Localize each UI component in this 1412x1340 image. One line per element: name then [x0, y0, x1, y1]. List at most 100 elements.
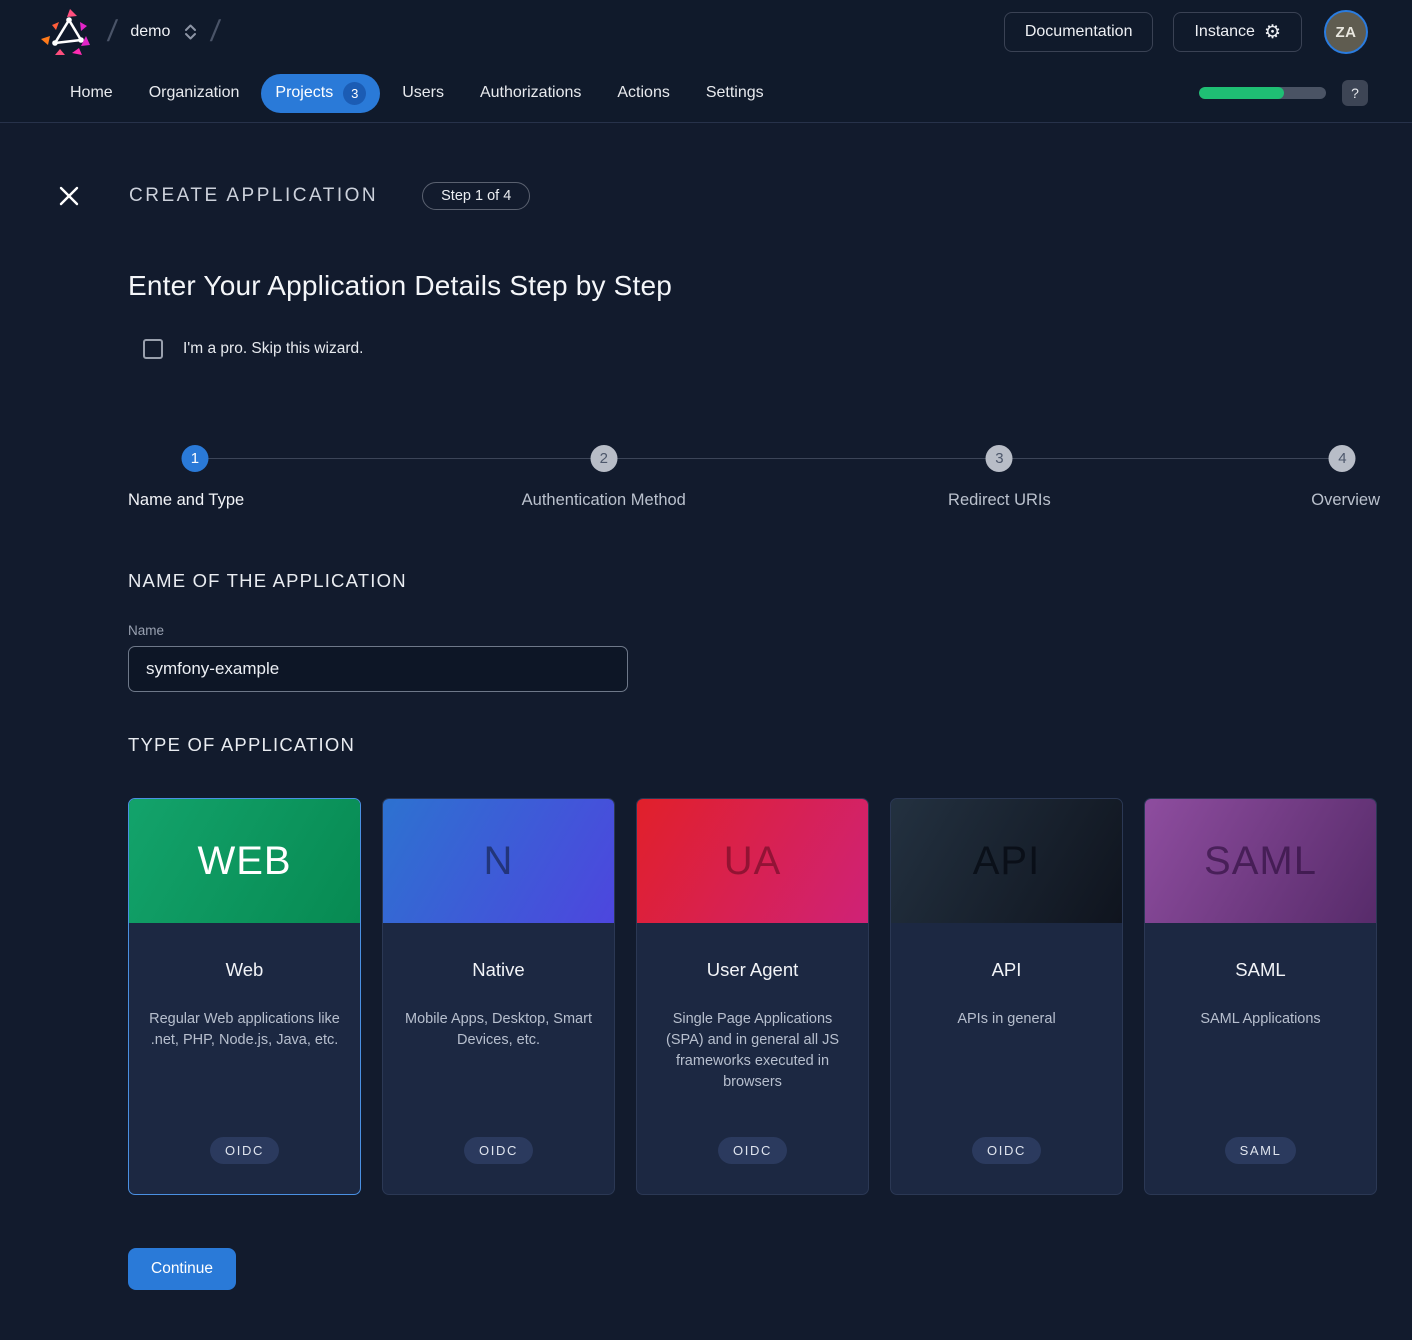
skip-wizard-label: I'm a pro. Skip this wizard.: [183, 340, 363, 358]
protocol-chip: OIDC: [464, 1137, 533, 1164]
breadcrumb-slash: /: [209, 15, 222, 49]
avatar-initials: ZA: [1336, 24, 1357, 41]
type-section: TYPE OF APPLICATION WEB Web Regular Web …: [128, 734, 1380, 1195]
nav-item[interactable]: Authorizations: [466, 76, 595, 110]
wizard-content: Enter Your Application Details Step by S…: [0, 270, 1412, 1290]
help-button[interactable]: ?: [1342, 80, 1368, 106]
app-type-card[interactable]: SAML SAML SAML Applications SAML: [1144, 798, 1377, 1195]
protocol-chip: OIDC: [972, 1137, 1041, 1164]
app-type-description: APIs in general: [957, 1009, 1055, 1030]
nav-item-label: Settings: [706, 84, 764, 102]
app-type-card[interactable]: WEB Web Regular Web applications like .n…: [128, 798, 361, 1195]
app-type-banner-text: API: [973, 839, 1040, 884]
app-type-description: Mobile Apps, Desktop, Smart Devices, etc…: [399, 1009, 598, 1051]
app-type-card-body: User Agent Single Page Applications (SPA…: [637, 923, 868, 1194]
nav-item-label: Organization: [149, 84, 240, 102]
help-label: ?: [1351, 85, 1359, 101]
breadcrumb-slash: /: [106, 15, 119, 49]
nav-item-badge: 3: [343, 82, 366, 105]
app-type-card[interactable]: API API APIs in general OIDC: [890, 798, 1123, 1195]
quota-progress-fill: [1199, 87, 1284, 99]
application-name-input[interactable]: [128, 646, 628, 692]
nav-item-label: Users: [402, 84, 444, 102]
header-top-row: / demo / Documentation Instance ⚙ ZA: [0, 0, 1412, 64]
app-type-card[interactable]: UA User Agent Single Page Applications (…: [636, 798, 869, 1195]
step-label: Redirect URIs: [948, 491, 1051, 510]
app-type-banner: SAML: [1145, 799, 1376, 923]
continue-button[interactable]: Continue: [128, 1248, 236, 1290]
app-type-title: Native: [472, 959, 524, 981]
skip-wizard-checkbox[interactable]: [143, 339, 163, 359]
app-type-card-body: Native Mobile Apps, Desktop, Smart Devic…: [383, 923, 614, 1194]
type-section-title: TYPE OF APPLICATION: [128, 734, 1380, 756]
step-number: 2: [590, 445, 617, 472]
continue-label: Continue: [151, 1260, 213, 1277]
header-nav-row: Home Organization Projects 3 Users Autho…: [0, 64, 1412, 122]
step-number: 1: [181, 445, 208, 472]
nav-item[interactable]: Actions: [603, 76, 683, 110]
nav-item[interactable]: Projects 3: [261, 74, 380, 113]
documentation-label: Documentation: [1025, 23, 1133, 41]
instance-label: Instance: [1194, 23, 1254, 41]
app-type-banner: N: [383, 799, 614, 923]
protocol-chip: OIDC: [210, 1137, 279, 1164]
app-type-card-body: SAML SAML Applications SAML: [1145, 923, 1376, 1194]
step-number: 4: [1329, 445, 1356, 472]
org-switcher[interactable]: demo: [130, 23, 197, 41]
app-type-banner: WEB: [129, 799, 360, 923]
nav-item-label: Home: [70, 84, 113, 102]
app-type-banner: API: [891, 799, 1122, 923]
app-type-title: User Agent: [707, 959, 799, 981]
skip-wizard-checkbox-row[interactable]: I'm a pro. Skip this wizard.: [143, 339, 1380, 359]
nav-item[interactable]: Organization: [135, 76, 254, 110]
nav-item[interactable]: Settings: [692, 76, 778, 110]
close-button[interactable]: [57, 182, 85, 210]
app-type-title: SAML: [1235, 959, 1285, 981]
nav-item-label: Projects: [275, 84, 333, 102]
app-type-description: Single Page Applications (SPA) and in ge…: [653, 1009, 852, 1093]
app-type-description: SAML Applications: [1200, 1009, 1320, 1030]
quota-progress-bar: [1199, 87, 1326, 99]
step-label: Name and Type: [128, 491, 244, 510]
wizard-header: CREATE APPLICATION Step 1 of 4: [0, 123, 1412, 210]
step-badge: Step 1 of 4: [422, 182, 530, 210]
nav-item[interactable]: Home: [56, 76, 127, 110]
step-label: Overview: [1311, 491, 1380, 510]
org-name: demo: [130, 23, 170, 41]
protocol-chip: SAML: [1225, 1137, 1297, 1164]
gear-icon: ⚙: [1264, 23, 1281, 42]
name-section-title: NAME OF THE APPLICATION: [128, 570, 1380, 592]
avatar[interactable]: ZA: [1324, 10, 1368, 54]
app-type-cards: WEB Web Regular Web applications like .n…: [128, 798, 1380, 1195]
page-title: Enter Your Application Details Step by S…: [128, 270, 1380, 302]
app-type-title: Web: [226, 959, 264, 981]
step-number: 3: [986, 445, 1013, 472]
app-type-banner-text: SAML: [1204, 839, 1317, 884]
unfold-more-icon: [184, 23, 197, 41]
step-label: Authentication Method: [522, 491, 686, 510]
instance-button[interactable]: Instance ⚙: [1173, 12, 1302, 52]
app-type-banner: UA: [637, 799, 868, 923]
nav-item-label: Actions: [617, 84, 669, 102]
wizard-stepper: 1 Name and Type 2 Authentication Method …: [128, 445, 1380, 515]
app-type-description: Regular Web applications like .net, PHP,…: [145, 1009, 344, 1051]
nav-item-label: Authorizations: [480, 84, 581, 102]
nav-item[interactable]: Users: [388, 76, 458, 110]
documentation-button[interactable]: Documentation: [1004, 12, 1154, 52]
app-type-banner-text: N: [484, 839, 514, 884]
zitadel-logo-icon[interactable]: [40, 8, 94, 56]
app-type-banner-text: WEB: [197, 839, 291, 884]
app-type-banner-text: UA: [724, 839, 782, 884]
protocol-chip: OIDC: [718, 1137, 787, 1164]
stepper-track: [195, 458, 1342, 459]
name-section: NAME OF THE APPLICATION Name: [128, 570, 1380, 692]
app-type-card[interactable]: N Native Mobile Apps, Desktop, Smart Dev…: [382, 798, 615, 1195]
app-type-title: API: [992, 959, 1022, 981]
app-type-card-body: API APIs in general OIDC: [891, 923, 1122, 1194]
app-type-card-body: Web Regular Web applications like .net, …: [129, 923, 360, 1194]
name-field-label: Name: [128, 623, 1380, 638]
wizard-title: CREATE APPLICATION: [129, 185, 378, 207]
app-header: / demo / Documentation Instance ⚙ ZA Hom…: [0, 0, 1412, 123]
main-nav: Home Organization Projects 3 Users Autho…: [56, 74, 778, 113]
quota-area: ?: [1199, 80, 1368, 106]
